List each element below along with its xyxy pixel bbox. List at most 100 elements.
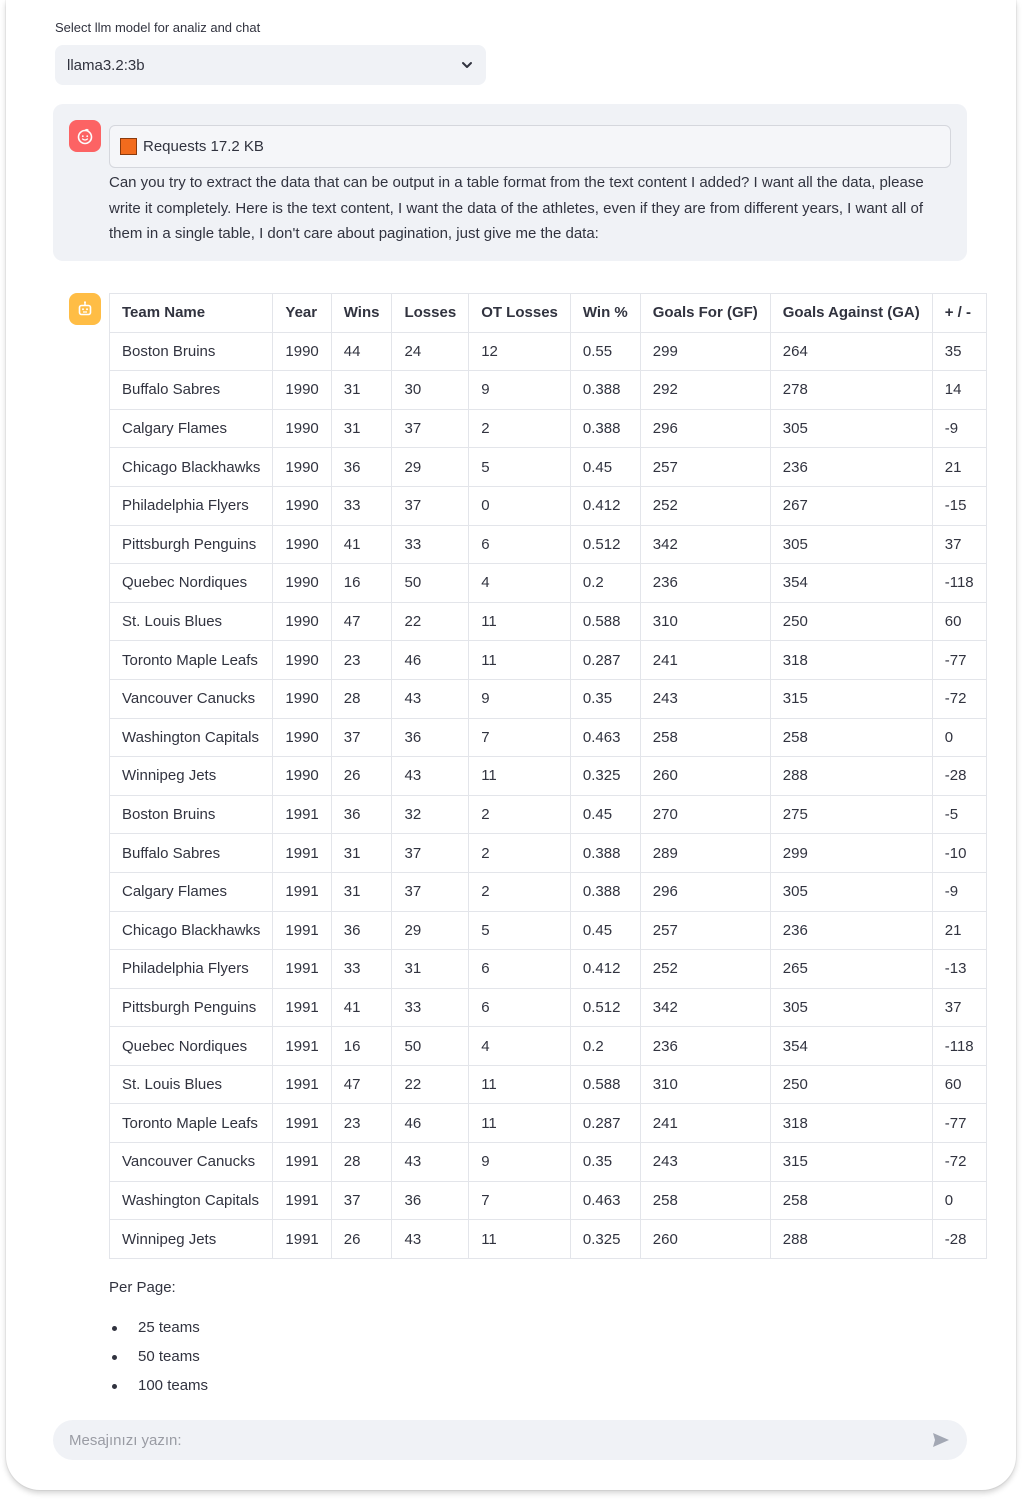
- cell-losses: 37: [391, 833, 470, 873]
- cell-win-pct: 0.55: [569, 331, 641, 372]
- cell-goals-against: 267: [769, 485, 933, 526]
- cell-win-pct: 0.463: [569, 1180, 641, 1221]
- cell-goals-for: 289: [639, 833, 771, 873]
- cell-plus-minus: 37: [931, 987, 987, 1028]
- cell-ot-losses: 9: [468, 1142, 571, 1182]
- cell-ot-losses: 6: [468, 524, 571, 565]
- per-page-label: Per Page:: [109, 1279, 176, 1296]
- col-losses[interactable]: Losses: [391, 293, 470, 333]
- cell-team-name: Pittsburgh Penguins: [108, 524, 274, 565]
- results-table: Team Name Year Wins Losses OT Losses Win…: [108, 293, 987, 1259]
- cell-ot-losses: 5: [468, 447, 571, 487]
- table-row: Chicago Blackhawks 1990 36 29 5 0.45 257 236 21: [108, 447, 987, 487]
- user-message-text: Can you try to extract the data that can…: [109, 174, 924, 242]
- col-team-name[interactable]: Team Name: [108, 293, 274, 333]
- cell-win-pct: 0.45: [569, 910, 641, 951]
- table-row: Quebec Nordiques 1991 16 50 4 0.2 236 354 -118: [108, 1026, 987, 1066]
- cell-plus-minus: -77: [931, 640, 987, 680]
- col-goals-against[interactable]: Goals Against (GA): [769, 293, 933, 333]
- cell-wins: 16: [330, 563, 393, 603]
- col-wins[interactable]: Wins: [330, 293, 393, 333]
- table-row: Boston Bruins 1991 36 32 2 0.45 270 275 -5: [108, 794, 987, 835]
- col-ot-losses[interactable]: OT Losses: [468, 293, 571, 333]
- cell-wins: 41: [330, 524, 393, 565]
- cell-ot-losses: 2: [468, 794, 571, 835]
- cell-team-name: Vancouver Canucks: [108, 1142, 274, 1182]
- cell-goals-for: 299: [639, 331, 771, 372]
- cell-year: 1991: [272, 1180, 332, 1221]
- cell-plus-minus: -77: [931, 1103, 987, 1144]
- table-row: Boston Bruins 1990 44 24 12 0.55 299 264 35: [108, 331, 987, 372]
- cell-losses: 37: [391, 408, 470, 449]
- cell-wins: 33: [330, 949, 393, 989]
- cell-losses: 33: [391, 987, 470, 1028]
- per-page-list: 25 teams 50 teams 100 teams: [109, 1318, 208, 1405]
- col-goals-for[interactable]: Goals For (GF): [639, 293, 771, 333]
- col-plus-minus[interactable]: + / -: [931, 293, 987, 333]
- cell-win-pct: 0.388: [569, 871, 641, 912]
- cell-losses: 36: [391, 1180, 470, 1221]
- col-win-pct[interactable]: Win %: [569, 293, 641, 333]
- cell-win-pct: 0.2: [569, 563, 641, 603]
- cell-team-name: Chicago Blackhawks: [108, 447, 274, 487]
- cell-win-pct: 0.287: [569, 640, 641, 680]
- cell-losses: 43: [391, 1219, 470, 1259]
- model-select[interactable]: llama3.2:3b: [55, 45, 486, 85]
- send-arrow-icon[interactable]: [931, 1430, 951, 1450]
- cell-ot-losses: 6: [468, 987, 571, 1028]
- cell-team-name: Calgary Flames: [108, 871, 274, 912]
- cell-ot-losses: 2: [468, 408, 571, 449]
- cell-year: 1991: [272, 1026, 332, 1066]
- orange-square-icon: [120, 138, 137, 155]
- cell-year: 1990: [272, 717, 332, 758]
- cell-goals-for: 310: [639, 601, 771, 642]
- cell-team-name: Toronto Maple Leafs: [108, 640, 274, 680]
- chat-input[interactable]: [69, 1431, 931, 1449]
- col-year[interactable]: Year: [272, 293, 332, 333]
- cell-goals-for: 296: [639, 871, 771, 912]
- table-row: Vancouver Canucks 1990 28 43 9 0.35 243 315 -72: [108, 678, 987, 719]
- cell-goals-for: 260: [639, 1219, 771, 1259]
- table-header-row: Team Name Year Wins Losses OT Losses Win…: [108, 293, 987, 333]
- robot-icon: [78, 301, 92, 316]
- cell-plus-minus: -28: [931, 1219, 987, 1259]
- cell-ot-losses: 9: [468, 370, 571, 410]
- cell-year: 1991: [272, 1142, 332, 1182]
- cell-year: 1991: [272, 987, 332, 1028]
- cell-plus-minus: -28: [931, 756, 987, 796]
- cell-ot-losses: 11: [468, 601, 571, 642]
- cell-goals-against: 250: [769, 1064, 933, 1105]
- cell-win-pct: 0.588: [569, 601, 641, 642]
- cell-team-name: St. Louis Blues: [108, 1064, 274, 1105]
- table-body: Boston Bruins 1990 44 24 12 0.55 299 264 35 Buffa…: [108, 331, 987, 1259]
- attachment-label: Requests 17.2 KB: [143, 138, 264, 155]
- cell-year: 1990: [272, 640, 332, 680]
- table-row: Buffalo Sabres 1990 31 30 9 0.388 292 278 14: [108, 370, 987, 410]
- cell-goals-against: 258: [769, 717, 933, 758]
- cell-team-name: Chicago Blackhawks: [108, 910, 274, 951]
- cell-ot-losses: 11: [468, 1103, 571, 1144]
- cell-wins: 36: [330, 447, 393, 487]
- cell-losses: 22: [391, 601, 470, 642]
- cell-year: 1991: [272, 794, 332, 835]
- cell-win-pct: 0.512: [569, 987, 641, 1028]
- attachment-chip[interactable]: Requests 17.2 KB: [109, 125, 951, 168]
- cell-losses: 36: [391, 717, 470, 758]
- assistant-avatar: [69, 293, 101, 325]
- cell-goals-for: 260: [639, 756, 771, 796]
- cell-win-pct: 0.325: [569, 1219, 641, 1259]
- cell-ot-losses: 11: [468, 640, 571, 680]
- table-row: Pittsburgh Penguins 1991 41 33 6 0.512 342 305 3…: [108, 987, 987, 1028]
- cell-year: 1990: [272, 563, 332, 603]
- cell-losses: 50: [391, 563, 470, 603]
- table-row: Chicago Blackhawks 1991 36 29 5 0.45 257 236 21: [108, 910, 987, 951]
- cell-losses: 46: [391, 1103, 470, 1144]
- cell-team-name: Calgary Flames: [108, 408, 274, 449]
- cell-plus-minus: -72: [931, 678, 987, 719]
- cell-losses: 43: [391, 756, 470, 796]
- cell-ot-losses: 6: [468, 949, 571, 989]
- table-row: Philadelphia Flyers 1990 33 37 0 0.412 252 267-…: [108, 485, 987, 526]
- cell-goals-for: 310: [639, 1064, 771, 1105]
- cell-goals-for: 270: [639, 794, 771, 835]
- table-row: Washington Capitals 1990 37 36 7 0.463 258 258 0: [108, 717, 987, 758]
